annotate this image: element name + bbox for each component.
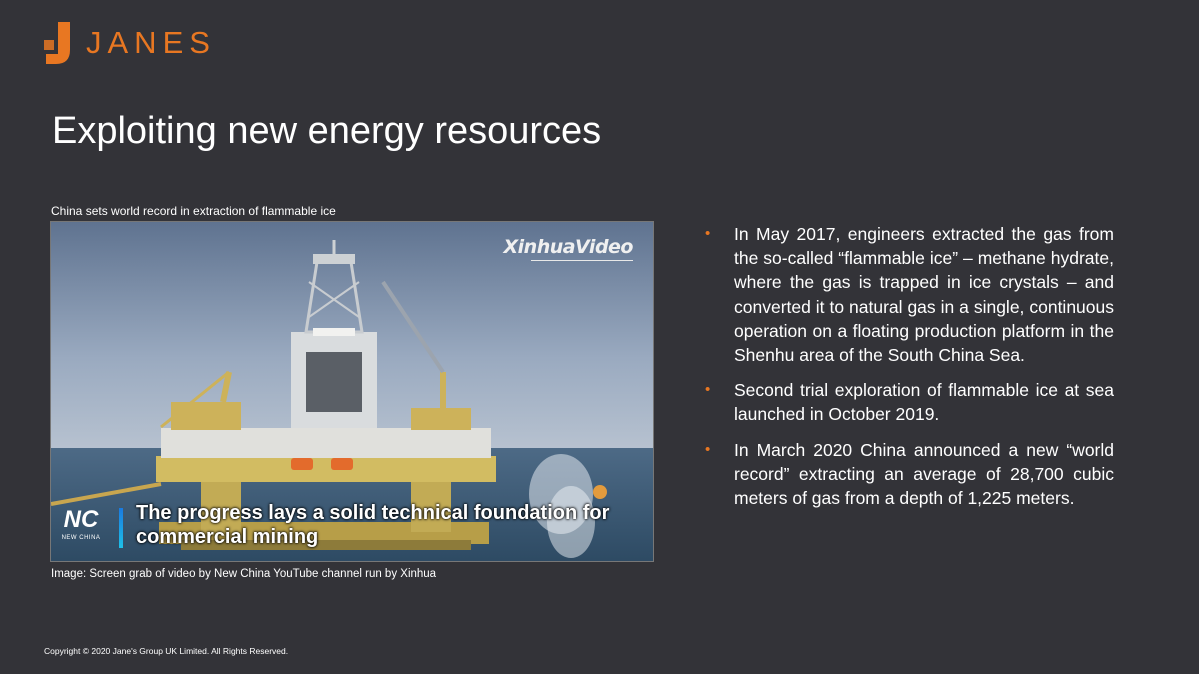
- janes-j-mark-icon: [44, 22, 70, 64]
- slide-title: Exploiting new energy resources: [52, 110, 602, 152]
- bullet-text: In March 2020 China announced a new “wor…: [734, 439, 1114, 509]
- bullet-dot-icon: •: [705, 225, 711, 242]
- bullet-item: • Second trial exploration of flammable i…: [705, 378, 1114, 426]
- subtitle-accent-bar: [119, 508, 123, 548]
- bullet-text: Second trial exploration of flammable ic…: [734, 380, 1114, 425]
- bullet-text: In May 2017, engineers extracted the gas…: [734, 224, 1114, 366]
- drilling-platform-image: XinhuaVideo NC NEW CHINA The progress la…: [50, 221, 654, 562]
- new-china-logo-text: NEW CHINA: [61, 535, 101, 541]
- brand-name: JANES: [86, 25, 216, 60]
- new-china-logo-mark: NC: [63, 506, 99, 533]
- new-china-logo: NC NEW CHINA: [60, 508, 102, 554]
- bullet-dot-icon: •: [705, 440, 711, 458]
- bullet-item: • In March 2020 China announced a new “wo…: [705, 438, 1114, 511]
- image-caption-top: China sets world record in extraction of…: [51, 204, 336, 218]
- image-credit-caption: Image: Screen grab of video by New China…: [51, 568, 437, 580]
- watermark-underline: [531, 260, 633, 261]
- video-subtitle: The progress lays a solid technical foun…: [136, 502, 610, 548]
- bullet-list: • In May 2017, engineers extracted the ga…: [705, 222, 1114, 521]
- janes-logo: JANES: [42, 20, 216, 66]
- bullet-item: • In May 2017, engineers extracted the ga…: [705, 222, 1114, 367]
- bullet-dot-icon: •: [705, 381, 711, 399]
- copyright-footer: Copyright © 2020 Jane's Group UK Limited…: [44, 646, 289, 656]
- xinhua-video-watermark: XinhuaVideo: [503, 236, 634, 258]
